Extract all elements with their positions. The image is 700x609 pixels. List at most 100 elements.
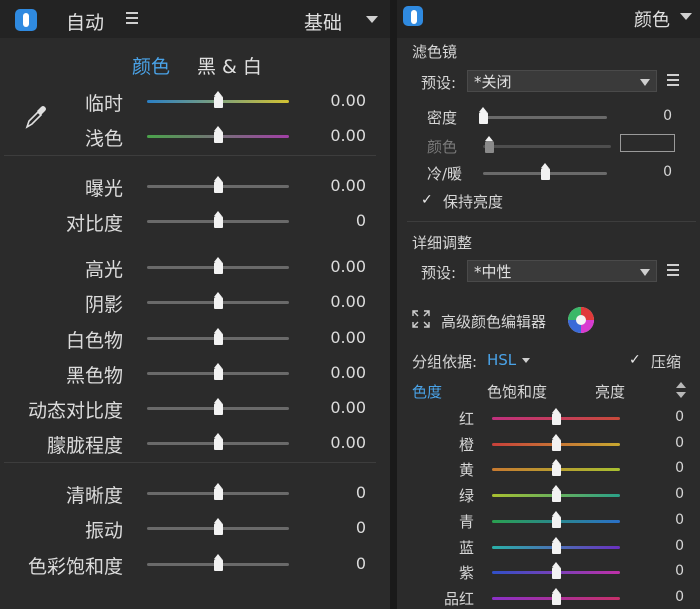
slider-thumb[interactable] xyxy=(213,398,223,415)
slider-label: 色彩饱和度 xyxy=(27,556,123,578)
detail-preset-value: *中性 xyxy=(474,263,512,281)
color-toggle-icon[interactable] xyxy=(403,6,423,26)
slider-thumb[interactable] xyxy=(213,554,223,571)
sort-icon[interactable] xyxy=(675,381,687,399)
slider-track[interactable] xyxy=(483,145,611,148)
slider-thumb[interactable] xyxy=(213,483,223,500)
chevron-down-icon[interactable] xyxy=(366,16,378,23)
slider-thumb[interactable] xyxy=(551,485,561,503)
chevron-down-icon xyxy=(640,269,650,276)
slider-value[interactable]: 0 xyxy=(675,486,684,502)
slider-label: 阴影 xyxy=(84,294,123,316)
chevron-down-icon[interactable] xyxy=(522,358,530,363)
slider-thumb[interactable] xyxy=(484,136,494,153)
slider-value[interactable]: 0 xyxy=(675,563,684,579)
advanced-color-editor-label[interactable]: 高级颜色编辑器 xyxy=(441,311,546,332)
slider-value[interactable]: 0 xyxy=(675,589,684,605)
slider-label: 黄 xyxy=(458,461,474,480)
divider xyxy=(4,155,376,156)
tab-black-white[interactable]: 黑 & 白 xyxy=(197,52,262,79)
slider-thumb[interactable] xyxy=(213,176,223,193)
slider-value[interactable]: 0 xyxy=(356,518,366,537)
preserve-luminance-checkbox[interactable]: ✓ xyxy=(421,193,435,207)
slider-thumb[interactable] xyxy=(213,518,223,535)
slider-value[interactable]: 0.00 xyxy=(330,363,366,382)
slider-label: 紫 xyxy=(458,564,474,583)
filter-preset-list-icon[interactable] xyxy=(667,74,679,88)
slider-thumb[interactable] xyxy=(551,536,561,554)
compress-checkbox[interactable]: ✓ xyxy=(629,353,643,367)
slider-thumb[interactable] xyxy=(551,562,561,580)
color-panel: 颜色 滤色镜 预设: *关闭 密度 0 颜色 冷/暖 0 ✓ 保持亮度 详细调整 预设:… xyxy=(397,0,700,609)
slider-thumb[interactable] xyxy=(540,163,550,180)
color-panel-header: 颜色 xyxy=(397,0,700,38)
slider-thumb[interactable] xyxy=(213,126,223,143)
chevron-down-icon xyxy=(640,79,650,86)
slider-value[interactable]: 0.00 xyxy=(330,433,366,452)
panel-preset-title[interactable]: 基础 xyxy=(304,8,342,35)
slider-value[interactable]: 0.00 xyxy=(330,398,366,417)
slider-thumb[interactable] xyxy=(551,510,561,528)
slider-label: 黑色物 xyxy=(65,365,123,387)
auto-button[interactable]: 自动 xyxy=(66,8,104,35)
filter-preset-dropdown[interactable]: *关闭 xyxy=(467,70,657,92)
slider-value[interactable]: 0 xyxy=(675,538,684,554)
slider-value[interactable]: 0 xyxy=(675,409,684,425)
slider-thumb[interactable] xyxy=(213,328,223,345)
slider-value[interactable]: 0 xyxy=(675,435,684,451)
tab-hue[interactable]: 色度 xyxy=(412,381,442,402)
slider-label: 红 xyxy=(458,410,474,428)
slider-thumb[interactable] xyxy=(478,107,488,124)
slider-label: 密度 xyxy=(427,109,458,127)
slider-thumb[interactable] xyxy=(213,257,223,274)
preserve-luminance-label: 保持亮度 xyxy=(443,193,504,211)
slider-value[interactable]: 0 xyxy=(675,460,684,476)
slider-value[interactable]: 0.00 xyxy=(330,257,366,276)
divider xyxy=(4,462,376,463)
app-toggle-icon[interactable] xyxy=(15,9,37,31)
slider-thumb[interactable] xyxy=(551,433,561,451)
detail-preset-dropdown[interactable]: *中性 xyxy=(467,260,657,282)
slider-thumb[interactable] xyxy=(213,363,223,380)
slider-thumb[interactable] xyxy=(213,91,223,108)
slider-thumb[interactable] xyxy=(551,587,561,605)
filter-preset-value: *关闭 xyxy=(474,73,512,91)
slider-thumb[interactable] xyxy=(213,433,223,450)
filter-color-swatch[interactable] xyxy=(620,134,675,152)
slider-label: 颜色 xyxy=(427,138,458,156)
detail-preset-list-icon[interactable] xyxy=(667,264,679,278)
group-by-value[interactable]: HSL xyxy=(487,351,516,369)
color-wheel-icon[interactable] xyxy=(567,306,595,334)
slider-thumb[interactable] xyxy=(551,459,561,477)
slider-value[interactable]: 0 xyxy=(663,108,672,124)
slider-value[interactable]: 0.00 xyxy=(330,292,366,311)
eyedropper-icon[interactable] xyxy=(24,104,48,130)
slider-value[interactable]: 0 xyxy=(663,164,672,180)
slider-label: 清晰度 xyxy=(65,485,123,507)
slider-value[interactable]: 0.00 xyxy=(330,328,366,347)
slider-value[interactable]: 0 xyxy=(675,512,684,528)
expand-icon[interactable] xyxy=(412,310,430,328)
slider-label: 浅色 xyxy=(84,128,123,150)
slider-thumb[interactable] xyxy=(213,292,223,309)
slider-value[interactable]: 0.00 xyxy=(330,126,366,145)
slider-value[interactable]: 0.00 xyxy=(330,91,366,110)
tab-saturation[interactable]: 色饱和度 xyxy=(487,381,547,402)
tab-luminance[interactable]: 亮度 xyxy=(595,381,625,402)
chevron-down-icon[interactable] xyxy=(680,13,692,20)
slider-value[interactable]: 0 xyxy=(356,483,366,502)
slider-thumb[interactable] xyxy=(551,408,561,425)
slider-label: 冷/暖 xyxy=(427,165,463,183)
slider-value[interactable]: 0.00 xyxy=(330,176,366,195)
slider-thumb[interactable] xyxy=(213,211,223,228)
color-panel-title: 颜色 xyxy=(634,10,670,31)
menu-icon[interactable] xyxy=(126,12,138,24)
slider-track[interactable] xyxy=(483,116,607,119)
slider-value[interactable]: 0 xyxy=(356,211,366,230)
slider-value[interactable]: 0 xyxy=(356,554,366,573)
slider-label: 高光 xyxy=(84,259,123,281)
slider-label: 曝光 xyxy=(84,178,123,200)
slider-label: 动态对比度 xyxy=(27,400,123,422)
tab-color[interactable]: 颜色 xyxy=(132,52,170,79)
slider-label: 品红 xyxy=(443,589,474,608)
